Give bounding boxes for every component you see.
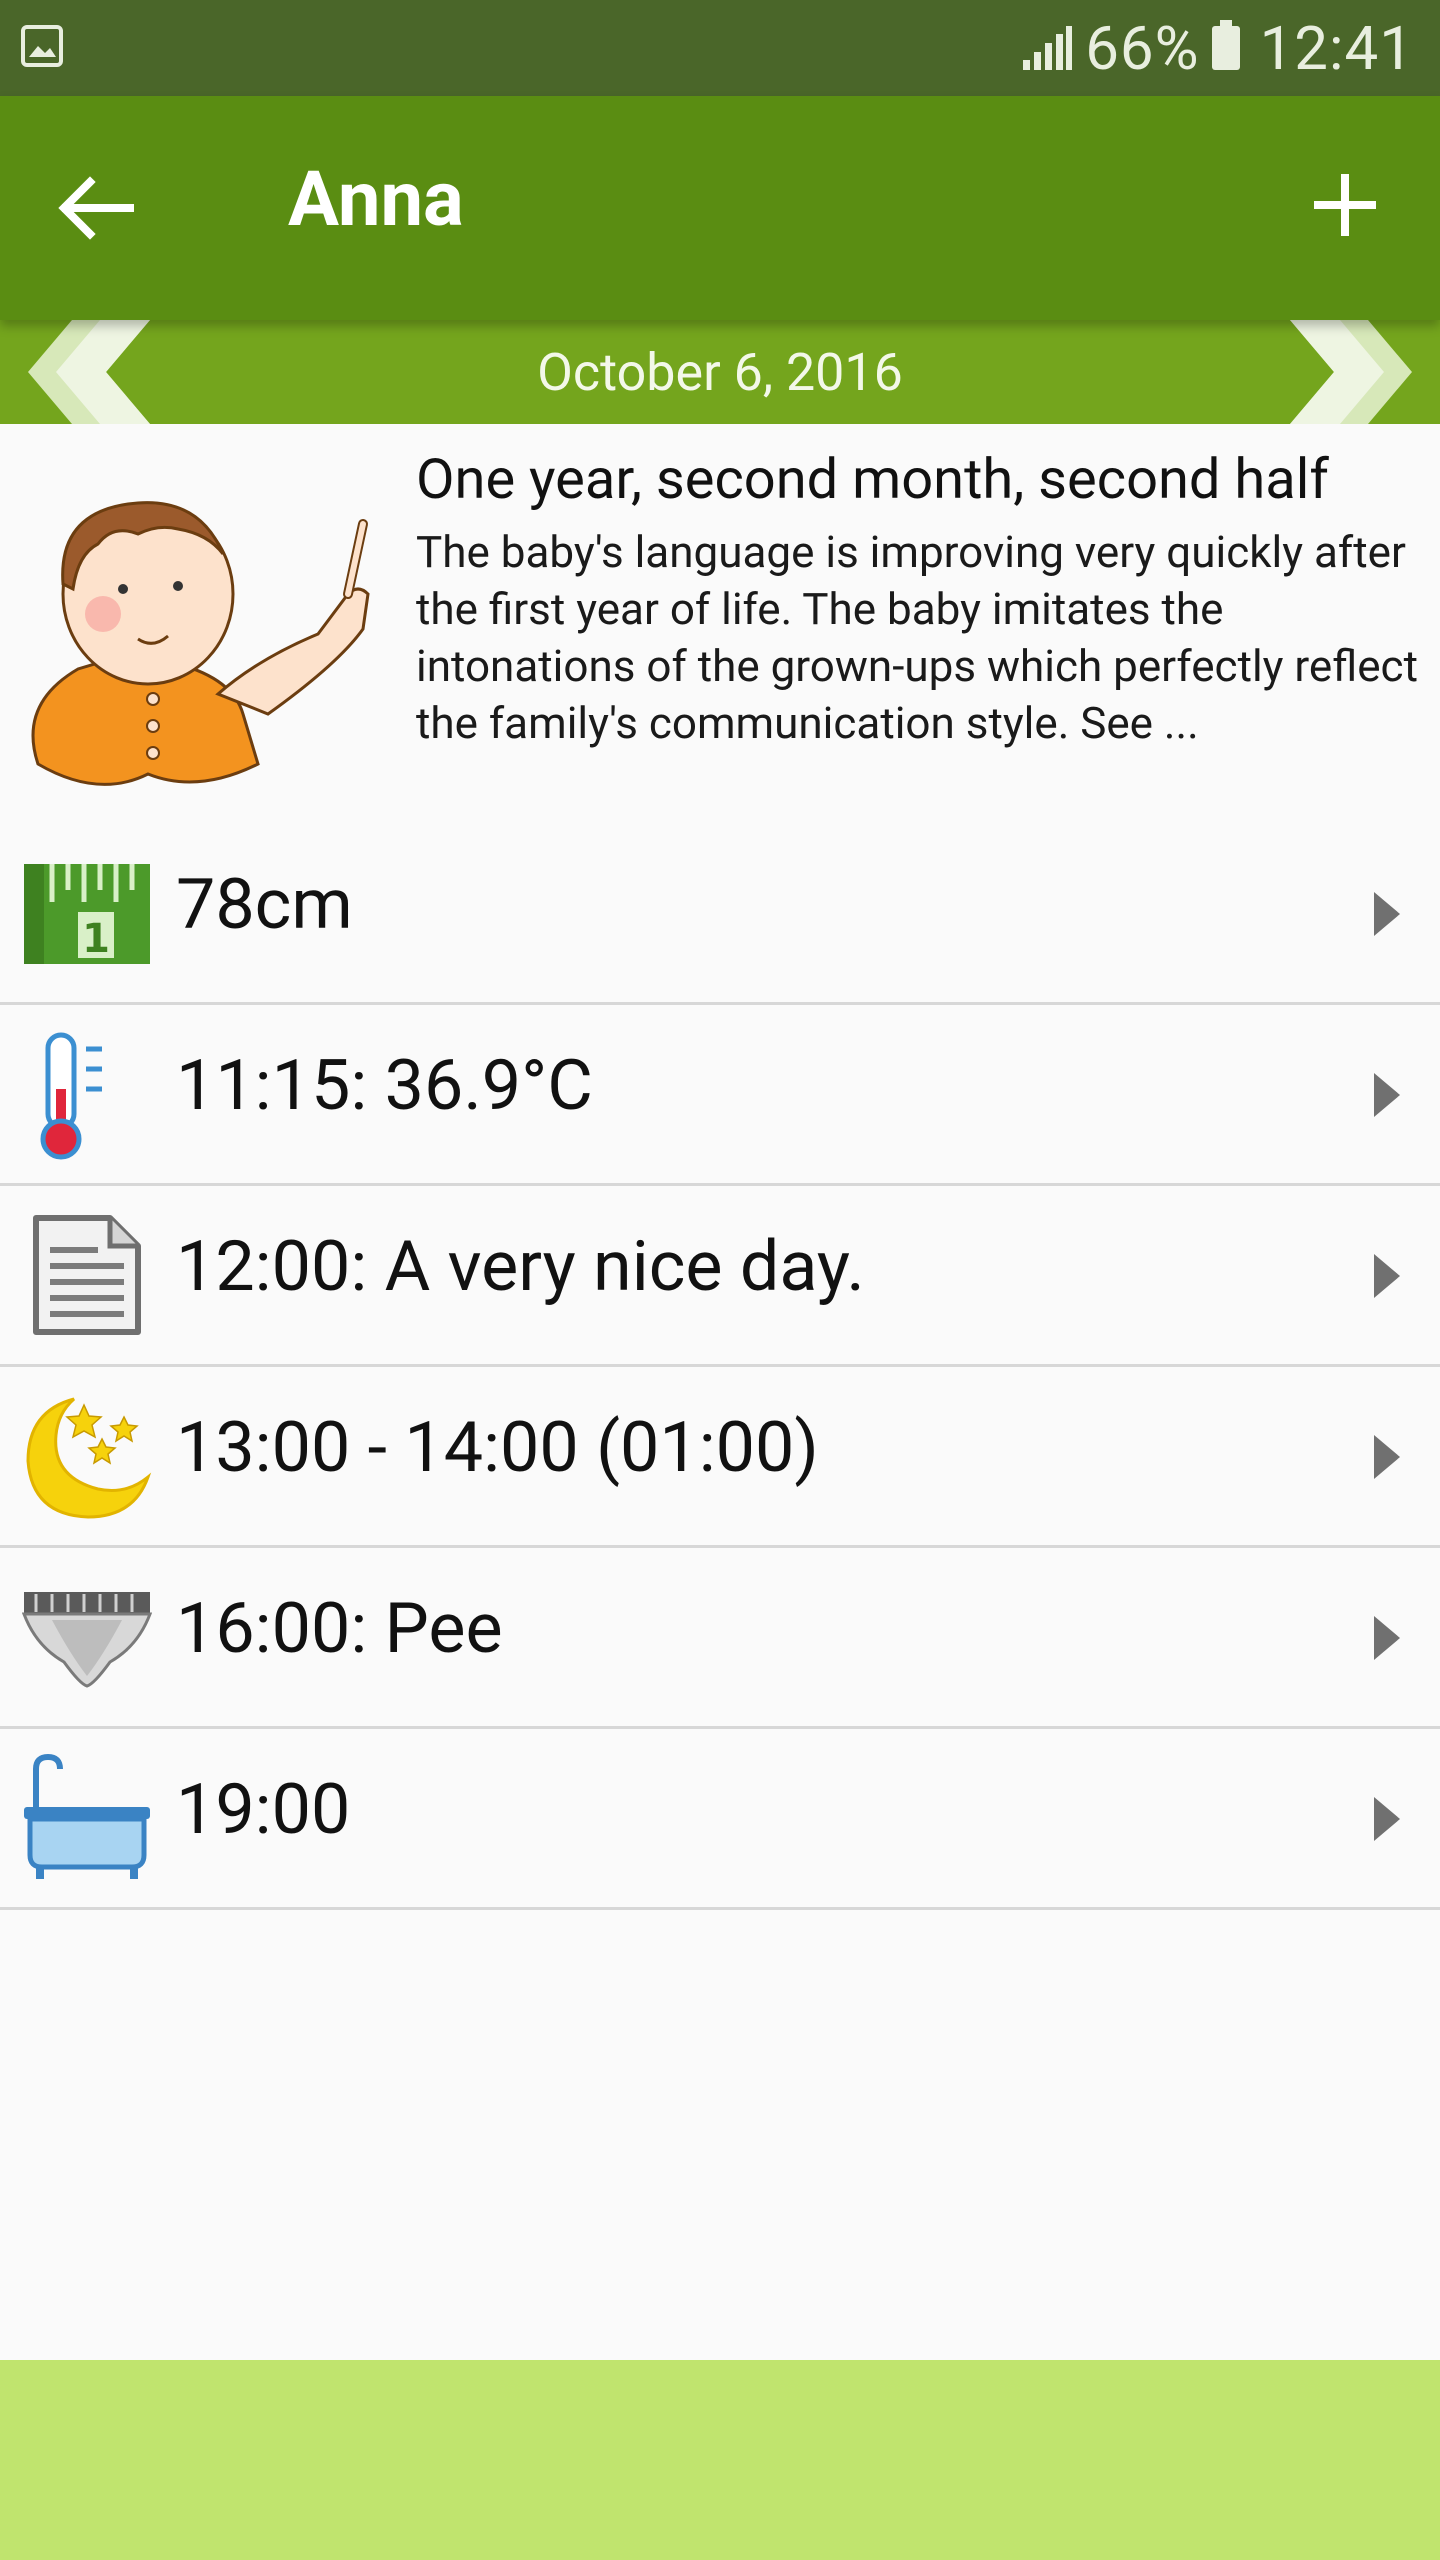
chevron-right-icon xyxy=(1374,1073,1400,1117)
entry-text: 16:00: Pee xyxy=(176,1588,503,1670)
clock: 12:41 xyxy=(1259,12,1414,84)
chevron-right-icon xyxy=(1374,1435,1400,1479)
chevron-right-icon xyxy=(1374,1616,1400,1660)
note-icon xyxy=(33,1215,141,1335)
bathtub-icon xyxy=(24,1753,150,1879)
entry-text: 13:00 - 14:00 (01:00) xyxy=(176,1407,819,1489)
entry-text: 19:00 xyxy=(176,1769,351,1851)
moon-stars-icon xyxy=(26,1397,152,1519)
development-title: One year, second month, second half xyxy=(416,446,1329,512)
list-item-sleep[interactable]: 13:00 - 14:00 (01:00) xyxy=(0,1367,1440,1548)
list-item-note[interactable]: 12:00: A very nice day. xyxy=(0,1186,1440,1367)
status-bar: 66% 12:41 xyxy=(0,0,1440,96)
list-item-temperature[interactable]: 11:15: 36.9°C xyxy=(0,1005,1440,1186)
app-bar: Anna xyxy=(0,96,1440,320)
battery-percent: 66% xyxy=(1085,12,1200,84)
baby-illustration-icon xyxy=(31,501,370,786)
add-icon[interactable] xyxy=(1300,160,1390,250)
image-notification-icon xyxy=(21,25,63,67)
bottom-bar xyxy=(0,2360,1440,2560)
list-item-bath[interactable]: 19:00 xyxy=(0,1729,1440,1910)
diaper-icon xyxy=(22,1592,152,1688)
chevron-right-icon xyxy=(1374,1797,1400,1841)
next-day-chevron-icon[interactable] xyxy=(1280,320,1440,424)
svg-text:1: 1 xyxy=(82,916,110,962)
list-item-height[interactable]: 1 78cm xyxy=(0,824,1440,1005)
signal-icon xyxy=(1023,26,1073,70)
chevron-right-icon xyxy=(1374,1254,1400,1298)
development-description: The baby's language is improving very qu… xyxy=(416,526,1418,749)
list-item-diaper[interactable]: 16:00: Pee xyxy=(0,1548,1440,1729)
status-right-group: 66% 12:41 xyxy=(1021,0,1414,96)
entry-text: 11:15: 36.9°C xyxy=(176,1045,593,1127)
entry-text: 78cm xyxy=(176,864,353,946)
entry-text: 12:00: A very nice day. xyxy=(176,1226,865,1308)
current-date[interactable]: October 6, 2016 xyxy=(0,342,1440,403)
battery-icon xyxy=(1211,20,1240,70)
back-arrow-icon[interactable] xyxy=(50,168,140,248)
page-title: Anna xyxy=(288,154,464,244)
chevron-right-icon xyxy=(1374,892,1400,936)
date-navigator: October 6, 2016 xyxy=(0,320,1440,424)
thermometer-icon xyxy=(40,1032,102,1160)
development-info[interactable]: One year, second month, second half The … xyxy=(0,424,1440,786)
ruler-icon: 1 xyxy=(24,864,150,964)
entries-list: 1 78cm 11:15: 36.9°C 12:00: A very nice … xyxy=(0,824,1440,1910)
